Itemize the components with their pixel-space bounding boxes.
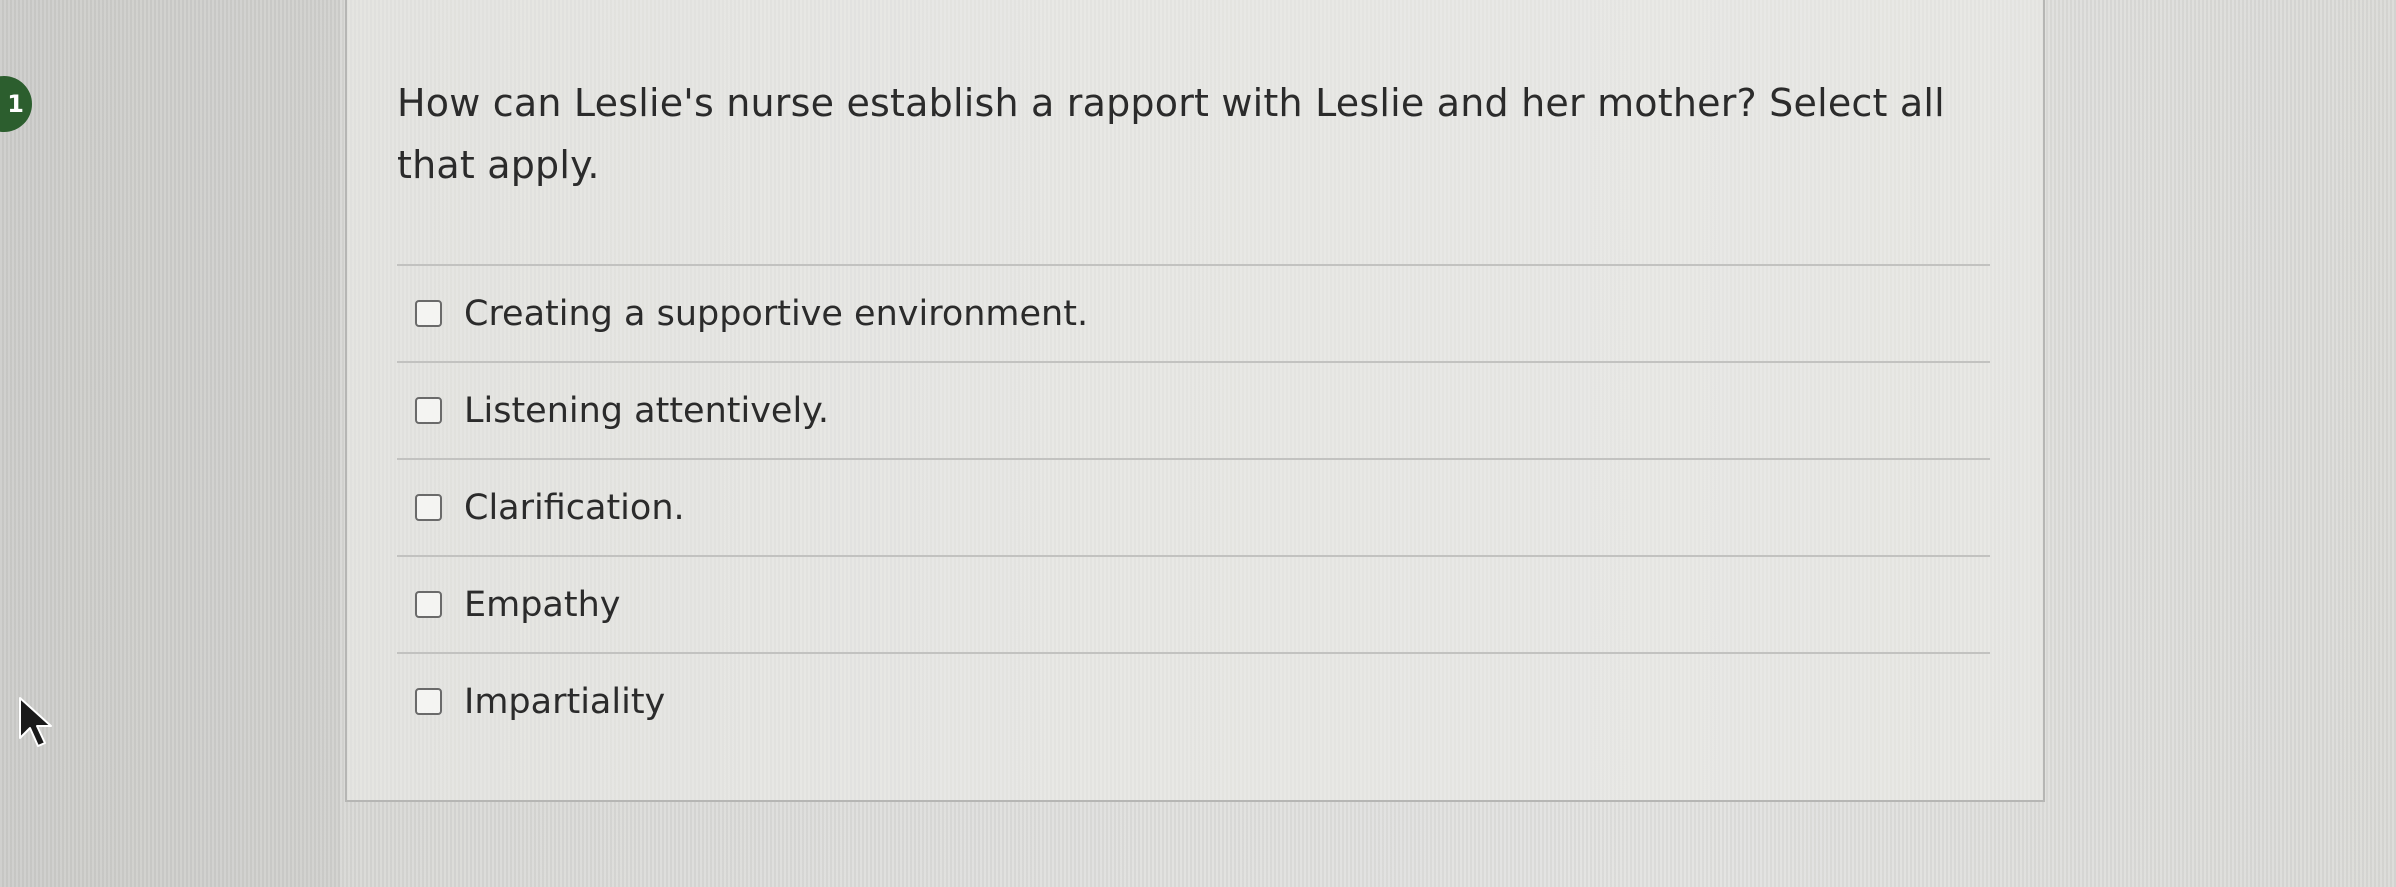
answer-option-label: Empathy: [464, 584, 621, 625]
question-card: How can Leslie's nurse establish a rappo…: [345, 0, 2045, 802]
question-number: 1: [7, 90, 24, 118]
answer-option-label: Clarification.: [464, 487, 685, 528]
answer-option[interactable]: Creating a supportive environment.: [397, 264, 1990, 361]
mouse-pointer-icon: [19, 697, 52, 747]
answer-option[interactable]: Listening attentively.: [397, 361, 1990, 458]
answer-option[interactable]: Empathy: [397, 555, 1990, 652]
answer-option[interactable]: Clarification.: [397, 458, 1990, 555]
answer-option-label: Listening attentively.: [464, 390, 830, 431]
page-background-strip: [0, 0, 340, 887]
question-prompt: How can Leslie's nurse establish a rappo…: [397, 81, 1945, 187]
checkbox-icon[interactable]: [415, 494, 442, 521]
checkbox-icon[interactable]: [415, 688, 442, 715]
checkbox-icon[interactable]: [415, 591, 442, 618]
answer-option[interactable]: Impartiality: [397, 652, 1990, 749]
checkbox-icon[interactable]: [415, 300, 442, 327]
answer-options-list: Creating a supportive environment. Liste…: [397, 264, 1990, 749]
answer-option-label: Impartiality: [464, 681, 666, 722]
answer-option-label: Creating a supportive environment.: [464, 293, 1089, 334]
checkbox-icon[interactable]: [415, 397, 442, 424]
